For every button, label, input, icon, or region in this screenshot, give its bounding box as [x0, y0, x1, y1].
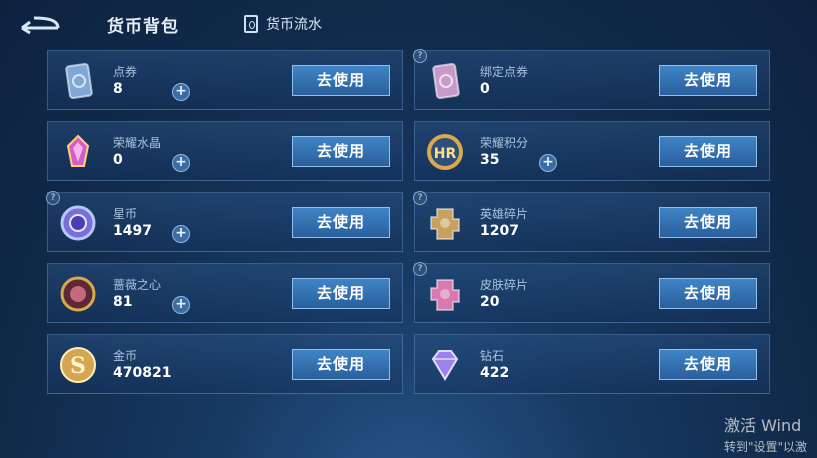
- voucher-card-icon: [58, 61, 98, 101]
- use-button[interactable]: 去使用: [659, 349, 757, 380]
- currency-name: 钻石: [480, 349, 505, 363]
- currency-card: S 金币 470821 去使用: [47, 334, 403, 394]
- use-button[interactable]: 去使用: [292, 65, 390, 96]
- add-currency-button[interactable]: +: [172, 296, 190, 314]
- use-button[interactable]: 去使用: [292, 136, 390, 167]
- star-coin-icon: [58, 203, 98, 243]
- use-button[interactable]: 去使用: [659, 278, 757, 309]
- currency-card: HR 荣耀积分 35 + 去使用: [414, 121, 770, 181]
- svg-text:S: S: [70, 353, 86, 379]
- currency-amount: 8: [113, 81, 123, 97]
- skin-fragment-icon: [425, 274, 465, 314]
- add-currency-button[interactable]: +: [172, 154, 190, 172]
- currency-card: 蔷薇之心 81 + 去使用: [47, 263, 403, 323]
- use-button[interactable]: 去使用: [659, 65, 757, 96]
- currency-amount: 0: [113, 152, 123, 168]
- currency-amount: 1497: [113, 223, 152, 239]
- hero-fragment-icon: [425, 203, 465, 243]
- glory-points-icon: HR: [425, 132, 465, 172]
- currency-amount: 35: [480, 152, 500, 168]
- currency-card: 点券 8 + 去使用: [47, 50, 403, 110]
- currency-name: 星币: [113, 207, 138, 221]
- currency-amount: 1207: [480, 223, 519, 239]
- currency-name: 绑定点券: [480, 65, 529, 79]
- currency-card: ? 英雄碎片 1207 去使用: [413, 191, 770, 252]
- rose-heart-icon: [58, 274, 98, 314]
- use-button[interactable]: 去使用: [292, 207, 390, 238]
- ledger-icon: [244, 15, 258, 33]
- use-button[interactable]: 去使用: [292, 278, 390, 309]
- currency-flow-link[interactable]: 货币流水: [244, 14, 322, 34]
- currency-amount: 470821: [113, 365, 172, 381]
- add-currency-button[interactable]: +: [539, 154, 557, 172]
- add-currency-button[interactable]: +: [172, 225, 190, 243]
- currency-card: 钻石 422 去使用: [414, 334, 770, 394]
- watermark-title: 激活 Wind: [724, 416, 802, 435]
- back-arrow-icon: [21, 16, 60, 35]
- currency-name: 点券: [113, 65, 138, 79]
- glory-crystal-icon: [58, 132, 98, 172]
- bound-voucher-card-icon: [425, 61, 465, 101]
- page-title: 货币背包: [107, 17, 179, 37]
- currency-name: 皮肤碎片: [480, 278, 529, 292]
- currency-card: ? 星币 1497 + 去使用: [46, 191, 403, 252]
- use-button[interactable]: 去使用: [292, 349, 390, 380]
- use-button[interactable]: 去使用: [659, 207, 757, 238]
- activation-watermark: 激活 Wind 转到"设置"以激: [724, 412, 807, 455]
- currency-name: 荣耀积分: [480, 136, 529, 150]
- currency-name: 英雄碎片: [480, 207, 529, 221]
- currency-amount: 0: [480, 81, 490, 97]
- gold-coin-icon: S: [58, 345, 98, 385]
- currency-card: 荣耀水晶 0 + 去使用: [47, 121, 403, 181]
- currency-flow-label: 货币流水: [266, 17, 322, 33]
- currency-name: 蔷薇之心: [113, 278, 162, 292]
- use-button[interactable]: 去使用: [659, 136, 757, 167]
- currency-name: 荣耀水晶: [113, 136, 162, 150]
- back-button[interactable]: [18, 12, 62, 36]
- currency-amount: 81: [113, 294, 133, 310]
- watermark-subtitle: 转到"设置"以激: [724, 440, 808, 454]
- currency-card: ? 皮肤碎片 20 去使用: [413, 262, 770, 323]
- svg-text:HR: HR: [434, 146, 457, 162]
- add-currency-button[interactable]: +: [172, 83, 190, 101]
- currency-name: 金币: [113, 349, 138, 363]
- diamond-icon: [425, 345, 465, 385]
- top-bar: 货币背包 货币流水: [0, 0, 817, 48]
- currency-amount: 20: [480, 294, 500, 310]
- currency-card: ? 绑定点券 0 去使用: [413, 49, 770, 110]
- currency-amount: 422: [480, 365, 510, 381]
